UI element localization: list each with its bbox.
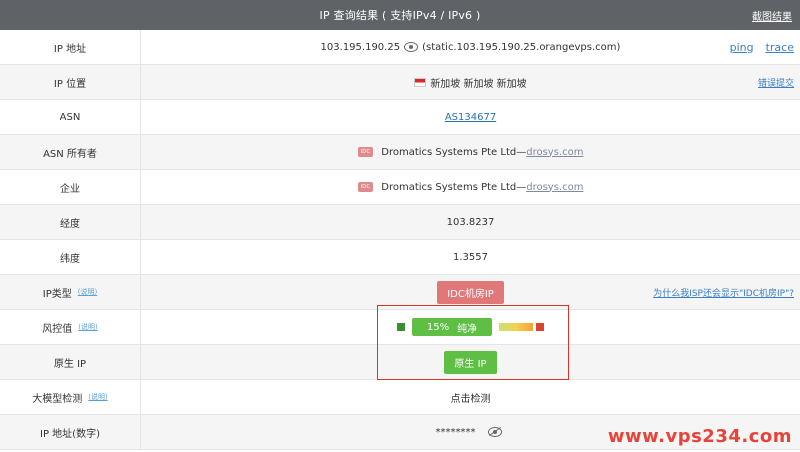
risk-high-marker <box>536 323 544 331</box>
row-asn-owner: ASN 所有者 IDC Dromatics Systems Pte Ltd— d… <box>0 135 800 170</box>
row-label: IP 地址 <box>0 30 141 64</box>
owner-name: Dromatics Systems Pte Ltd— <box>381 146 527 158</box>
why-idc-link[interactable]: 为什么我ISP还会显示"IDC机房IP"? <box>653 275 794 309</box>
explain-link[interactable]: (说明) <box>78 322 97 332</box>
trace-link[interactable]: trace <box>766 41 794 54</box>
row-label: 经度 <box>0 205 141 239</box>
risk-meter: 15% 纯净 <box>397 318 544 336</box>
row-value: IDC Dromatics Systems Pte Ltd— drosys.co… <box>141 170 800 204</box>
explain-link[interactable]: (说明) <box>88 392 107 402</box>
tool-links: ping trace <box>730 30 794 64</box>
asn-link[interactable]: AS134677 <box>445 112 496 123</box>
singapore-flag-icon <box>414 77 427 87</box>
row-risk-score: 风控值 (说明) 15% 纯净 <box>0 310 800 345</box>
row-value: IDC机房IP 为什么我ISP还会显示"IDC机房IP"? <box>141 275 800 309</box>
watermark: www.vps234.com <box>607 426 792 447</box>
risk-bar: 15% 纯净 <box>412 318 492 336</box>
native-ip-badge: 原生 IP <box>444 350 497 374</box>
report-error-link[interactable]: 错误提交 <box>758 65 794 99</box>
row-value: IDC Dromatics Systems Pte Ltd— drosys.co… <box>141 135 800 169</box>
row-value: 1.3557 <box>453 251 488 263</box>
company-name: Dromatics Systems Pte Ltd— <box>381 181 527 193</box>
row-label: 原生 IP <box>0 345 141 379</box>
row-latitude: 纬度 1.3557 <box>0 240 800 275</box>
ip-value: 103.195.190.25 <box>320 41 401 53</box>
result-table: IP 地址 103.195.190.25 (static.103.195.190… <box>0 30 800 450</box>
risk-gradient <box>499 323 533 331</box>
row-ip-type: IP类型 (说明) IDC机房IP 为什么我ISP还会显示"IDC机房IP"? <box>0 275 800 310</box>
row-native-ip: 原生 IP 原生 IP <box>0 345 800 380</box>
row-value: 103.195.190.25 (static.103.195.190.25.or… <box>141 30 800 64</box>
row-label: IP类型 (说明) <box>0 275 141 309</box>
row-asn: ASN AS134677 <box>0 100 800 135</box>
row-label: IP 地址(数字) <box>0 415 141 449</box>
risk-percent: 15% <box>426 321 450 333</box>
row-value: 103.8237 <box>446 216 495 228</box>
result-header: IP 查询结果 ( 支持IPv4 / IPv6 ) 截图结果 <box>0 0 800 30</box>
header-title: IP 查询结果 ( 支持IPv4 / IPv6 ) <box>319 9 481 22</box>
row-label: 纬度 <box>0 240 141 274</box>
row-longitude: 经度 103.8237 <box>0 205 800 240</box>
eye-slash-icon[interactable] <box>487 427 502 437</box>
company-domain-link[interactable]: drosys.com <box>526 182 583 193</box>
ip-numeric-value: ******** <box>435 426 476 438</box>
row-label: 大模型检测 (说明) <box>0 380 141 414</box>
row-label-text: 风控值 <box>42 323 73 335</box>
idc-tag: IDC <box>357 147 374 157</box>
ping-link[interactable]: ping <box>730 41 754 54</box>
row-label: IP 位置 <box>0 65 141 99</box>
hostname-value: (static.103.195.190.25.orangevps.com) <box>422 41 621 53</box>
owner-domain-link[interactable]: drosys.com <box>526 147 583 158</box>
idc-tag: IDC <box>357 182 374 192</box>
screenshot-link[interactable]: 截图结果 <box>752 8 792 23</box>
row-value: 15% 纯净 <box>141 310 800 344</box>
row-label: 企业 <box>0 170 141 204</box>
row-value: 点击检测 <box>141 380 800 414</box>
location-value: 新加坡 新加坡 新加坡 <box>430 78 527 90</box>
row-label: ASN <box>0 100 141 134</box>
explain-link[interactable]: (说明) <box>78 287 97 297</box>
risk-status: 纯净 <box>457 323 478 335</box>
risk-low-marker <box>397 323 405 331</box>
row-label-text: 大模型检测 <box>32 393 83 405</box>
row-label-text: IP类型 <box>42 288 72 300</box>
row-label: 风控值 (说明) <box>0 310 141 344</box>
ip-type-badge: IDC机房IP <box>437 280 504 304</box>
eye-icon[interactable] <box>404 42 419 52</box>
row-value: 原生 IP <box>141 345 800 379</box>
row-llm-check: 大模型检测 (说明) 点击检测 <box>0 380 800 415</box>
row-ip-location: IP 位置 新加坡 新加坡 新加坡 错误提交 <box>0 65 800 100</box>
row-value: 新加坡 新加坡 新加坡 错误提交 <box>141 65 800 99</box>
row-label: ASN 所有者 <box>0 135 141 169</box>
row-value: AS134677 <box>141 100 800 134</box>
row-company: 企业 IDC Dromatics Systems Pte Ltd— drosys… <box>0 170 800 205</box>
row-ip-address: IP 地址 103.195.190.25 (static.103.195.190… <box>0 30 800 65</box>
click-detect-link[interactable]: 点击检测 <box>451 390 491 405</box>
